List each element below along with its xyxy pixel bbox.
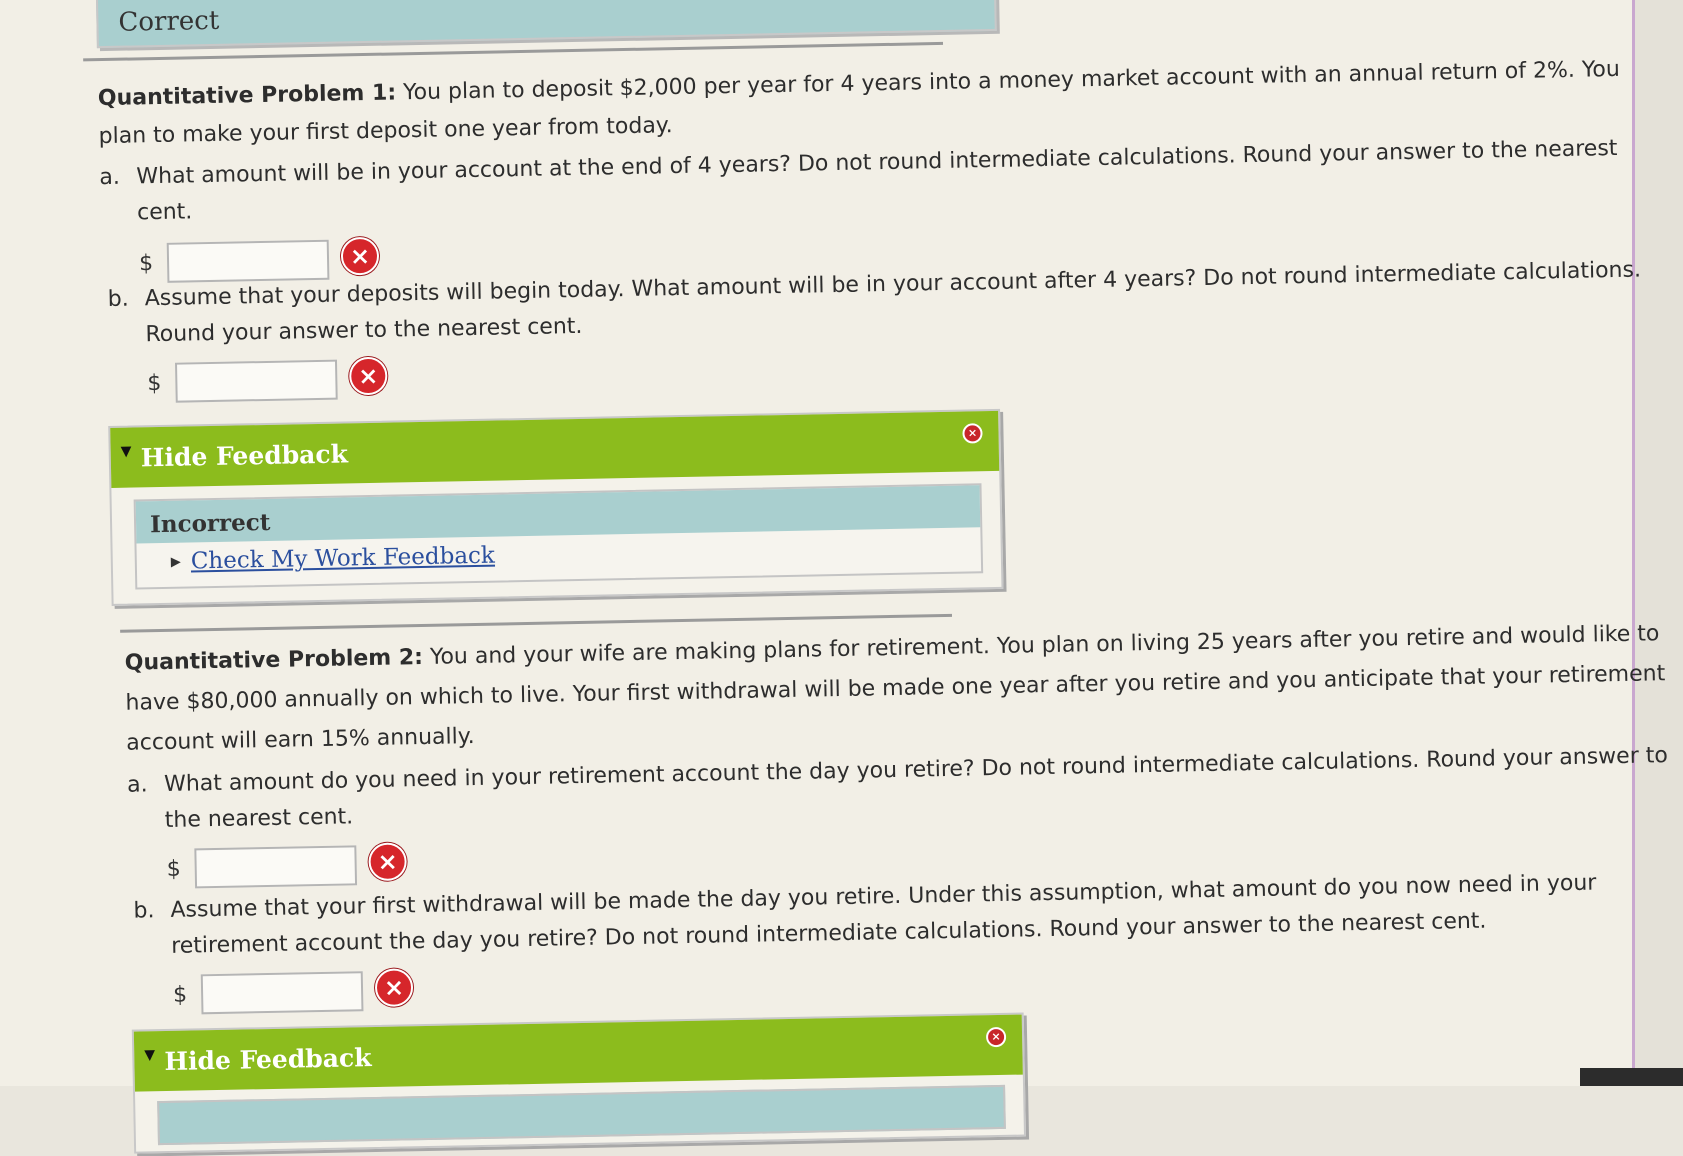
hide-feedback-label: Hide Feedback (164, 1043, 372, 1077)
currency-symbol: $ (166, 856, 181, 882)
answer-input-p1a[interactable] (166, 239, 330, 283)
answer-input-p2a[interactable] (194, 845, 358, 889)
question-letter: b. (133, 898, 155, 924)
feedback-body: Incorrect ▶ Check My Work Feedback (133, 483, 984, 590)
hide-feedback-label: Hide Feedback (140, 439, 349, 473)
problem2-feedback-panel: ▼ Hide Feedback × (131, 1012, 1027, 1154)
question-letter: a. (99, 164, 121, 191)
question-letter: b. (107, 286, 129, 312)
incorrect-x-icon: × (340, 236, 380, 276)
feedback-status-bar (157, 1084, 1006, 1146)
close-feedback-icon[interactable]: × (962, 423, 983, 444)
problem2-answer-a: $ × (166, 842, 427, 893)
problem2-statement: Quantitative Problem 2: You and your wif… (124, 616, 1666, 764)
problem1-label: Quantitative Problem 1: (97, 80, 397, 112)
problem1-feedback-panel: ▼ Hide Feedback × Incorrect ▶ Check My W… (108, 408, 1004, 606)
check-my-work-feedback-link[interactable]: Check My Work Feedback (191, 543, 496, 575)
currency-symbol: $ (147, 370, 162, 397)
hide-feedback-header[interactable]: ▼ Hide Feedback × (110, 410, 1000, 488)
status-correct-label: Correct (118, 5, 220, 38)
incorrect-x-icon: × (368, 842, 407, 882)
currency-symbol: $ (172, 982, 188, 1008)
status-incorrect-label: Incorrect (149, 508, 271, 539)
expand-arrow-icon: ▶ (170, 554, 181, 570)
currency-symbol: $ (138, 251, 154, 277)
answer-input-p1b[interactable] (174, 359, 338, 403)
question-letter: a. (126, 772, 148, 798)
incorrect-x-icon: × (348, 356, 388, 396)
problem2-label: Quantitative Problem 2: (124, 645, 424, 676)
content-area: Correct Quantitative Problem 1: You plan… (0, 0, 1668, 1154)
close-feedback-icon[interactable]: × (985, 1026, 1007, 1048)
answer-input-p2b[interactable] (200, 971, 364, 1015)
previous-feedback-status: Correct (95, 0, 997, 49)
bottom-edge (1580, 1068, 1683, 1086)
incorrect-x-icon: × (374, 968, 414, 1007)
collapse-triangle-icon: ▼ (120, 443, 132, 460)
hide-feedback-header[interactable]: ▼ Hide Feedback × (133, 1014, 1023, 1092)
problem2-answer-b: $ × (172, 968, 434, 1019)
problem1-answer-b: $ × (147, 356, 408, 407)
collapse-triangle-icon: ▼ (144, 1047, 156, 1064)
